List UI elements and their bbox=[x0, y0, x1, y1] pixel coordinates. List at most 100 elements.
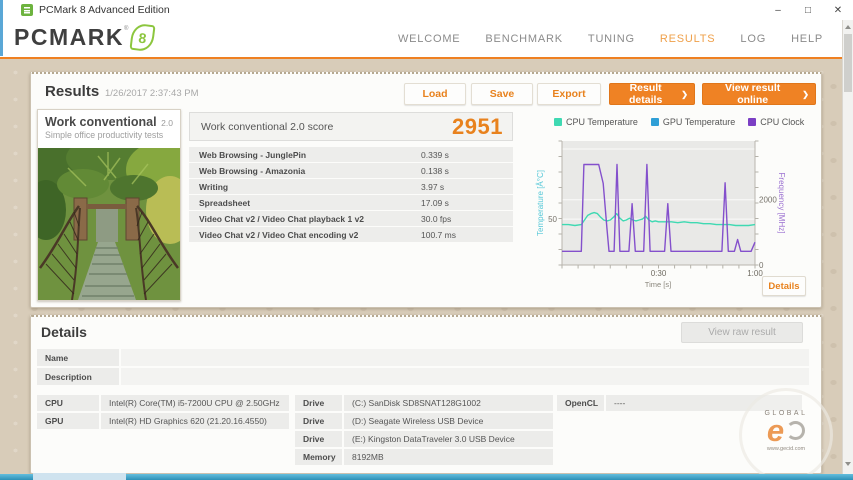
details-title: Details bbox=[41, 324, 87, 340]
svg-text:50: 50 bbox=[548, 215, 557, 224]
scroll-up-icon[interactable] bbox=[845, 25, 851, 29]
test-name: Spreadsheet bbox=[199, 197, 251, 208]
svg-text:2000: 2000 bbox=[759, 196, 777, 205]
result-meta-fields: Name Description bbox=[37, 349, 809, 387]
meta-field-row: Name bbox=[37, 349, 809, 366]
legend-item[interactable]: CPU Clock bbox=[748, 117, 804, 127]
score-label: Work conventional 2.0 score bbox=[201, 120, 334, 133]
meta-field-label: Description bbox=[37, 368, 119, 385]
test-value: 0.339 s bbox=[421, 149, 449, 160]
system-info-label: GPU bbox=[37, 413, 99, 429]
system-info-row: Memory 8192MB bbox=[295, 449, 553, 465]
test-name: Video Chat v2 / Video Chat encoding v2 bbox=[199, 229, 359, 240]
window-title: PCMark 8 Advanced Edition bbox=[39, 4, 170, 16]
test-card-subtitle: Simple office productivity tests bbox=[45, 130, 164, 140]
test-name: Video Chat v2 / Video Chat playback 1 v2 bbox=[199, 213, 365, 224]
test-card-version: 2.0 bbox=[161, 118, 173, 128]
view-raw-result-button[interactable]: View raw result bbox=[681, 322, 803, 343]
meta-field-row: Description bbox=[37, 368, 809, 385]
taskbar-edge-artifact bbox=[33, 473, 126, 480]
system-info-label: Drive bbox=[295, 413, 342, 429]
close-button[interactable]: ✕ bbox=[823, 0, 853, 20]
test-result-row: Video Chat v2 / Video Chat encoding v2 1… bbox=[189, 227, 513, 242]
system-info-value: Intel(R) HD Graphics 620 (21.20.16.4550) bbox=[101, 413, 289, 429]
logo-leaf-8-icon: 8 bbox=[129, 22, 156, 53]
scrollbar-thumb[interactable] bbox=[844, 34, 852, 92]
system-info-label: OpenCL bbox=[557, 395, 604, 411]
nav-item[interactable]: BENCHMARK bbox=[485, 33, 563, 45]
chart-legend: CPU Temperature GPU Temperature CPU Cloc… bbox=[554, 117, 804, 127]
system-info-drives-memory: Drive (C:) SanDisk SD8SNAT128G1002 Drive… bbox=[295, 395, 553, 467]
result-details-label: Result details bbox=[629, 82, 663, 106]
test-value: 3.97 s bbox=[421, 181, 445, 192]
system-info-value: ---- bbox=[606, 395, 802, 411]
test-result-row: Web Browsing - JunglePin 0.339 s bbox=[189, 147, 513, 162]
meta-field-value bbox=[121, 349, 809, 366]
test-value: 0.138 s bbox=[421, 165, 449, 176]
chevron-right-icon: ❯ bbox=[681, 89, 688, 99]
jungle-bridge-photo bbox=[38, 148, 180, 300]
legend-label: CPU Temperature bbox=[566, 117, 638, 127]
legend-label: GPU Temperature bbox=[662, 117, 736, 127]
bottom-edge-strip bbox=[0, 474, 853, 480]
nav-item[interactable]: RESULTS bbox=[660, 33, 716, 45]
test-name: Writing bbox=[199, 181, 229, 192]
results-panel: Results 1/26/2017 2:37:43 PM Load Save E… bbox=[30, 72, 822, 308]
system-info-value: (D:) Seagate Wireless USB Device bbox=[344, 413, 553, 429]
system-info-row: OpenCL ---- bbox=[557, 395, 802, 411]
nav-item[interactable]: LOG bbox=[740, 33, 766, 45]
test-result-row: Video Chat v2 / Video Chat playback 1 v2… bbox=[189, 211, 513, 226]
system-info-label: Drive bbox=[295, 431, 342, 447]
results-timestamp: 1/26/2017 2:37:43 PM bbox=[105, 88, 199, 99]
system-info-row: Drive (C:) SanDisk SD8SNAT128G1002 bbox=[295, 395, 553, 411]
system-info-value: Intel(R) Core(TM) i5-7200U CPU @ 2.50GHz bbox=[101, 395, 289, 411]
score-box: Work conventional 2.0 score 2951 bbox=[189, 112, 513, 141]
legend-item[interactable]: CPU Temperature bbox=[554, 117, 638, 127]
title-bar: PCMark 8 Advanced Edition – □ ✕ bbox=[0, 0, 853, 20]
system-info-value: 8192MB bbox=[344, 449, 553, 465]
nav-item[interactable]: HELP bbox=[791, 33, 823, 45]
results-title: Results bbox=[45, 83, 100, 100]
app-header: PCMARK ® 8 WELCOME BENCHMARK TUNING RESU… bbox=[0, 20, 853, 59]
load-button[interactable]: Load bbox=[404, 83, 466, 105]
system-info-value: (C:) SanDisk SD8SNAT128G1002 bbox=[344, 395, 553, 411]
test-name: Web Browsing - JunglePin bbox=[199, 149, 307, 160]
y-axis-right-label: Frequency [MHz] bbox=[777, 173, 786, 234]
system-info-row: Drive (E:) Kingston DataTraveler 3.0 USB… bbox=[295, 431, 553, 447]
view-result-online-button[interactable]: View result online ❯ bbox=[702, 82, 816, 106]
test-card-header: Work conventional 2.0 Simple office prod… bbox=[38, 110, 180, 143]
pcmark-app-icon bbox=[21, 4, 33, 16]
window-controls: – □ ✕ bbox=[763, 0, 853, 20]
system-info-label: Memory bbox=[295, 449, 342, 465]
legend-swatch-icon bbox=[748, 118, 757, 126]
scroll-down-icon[interactable] bbox=[845, 462, 851, 466]
minimize-button[interactable]: – bbox=[763, 0, 793, 20]
monitoring-chart: 50 2000 0 0:30 1:00 Temperature [Â°C] Freque… bbox=[532, 135, 808, 298]
result-details-button[interactable]: Result details ❯ bbox=[609, 82, 695, 106]
system-info-opencl: OpenCL ---- bbox=[557, 395, 802, 413]
export-button[interactable]: Export bbox=[537, 83, 601, 105]
svg-text:1:00: 1:00 bbox=[747, 269, 763, 278]
save-button[interactable]: Save bbox=[471, 83, 533, 105]
system-info-row: CPU Intel(R) Core(TM) i5-7200U CPU @ 2.5… bbox=[37, 395, 289, 411]
legend-label: CPU Clock bbox=[760, 117, 805, 127]
maximize-button[interactable]: □ bbox=[793, 0, 823, 20]
nav-item[interactable]: WELCOME bbox=[398, 33, 460, 45]
system-info-cpu-gpu: CPU Intel(R) Core(TM) i5-7200U CPU @ 2.5… bbox=[37, 395, 289, 431]
test-results-list: Web Browsing - JunglePin 0.339 s Web Bro… bbox=[189, 147, 513, 243]
x-axis-label: Time [s] bbox=[645, 280, 671, 289]
pcmark-logo: PCMARK ® 8 bbox=[14, 22, 156, 53]
chart-details-button[interactable]: Details bbox=[762, 276, 806, 296]
test-result-row: Web Browsing - Amazonia 0.138 s bbox=[189, 163, 513, 178]
nav-item[interactable]: TUNING bbox=[588, 33, 635, 45]
system-info-value: (E:) Kingston DataTraveler 3.0 USB Devic… bbox=[344, 431, 553, 447]
system-info-row: Drive (D:) Seagate Wireless USB Device bbox=[295, 413, 553, 429]
legend-swatch-icon bbox=[554, 118, 562, 126]
vertical-scrollbar[interactable] bbox=[842, 20, 853, 474]
legend-swatch-icon bbox=[650, 118, 659, 126]
svg-text:0:30: 0:30 bbox=[651, 269, 667, 278]
system-info-label: Drive bbox=[295, 395, 342, 411]
legend-item[interactable]: GPU Temperature bbox=[650, 117, 736, 127]
test-card-name: Work conventional bbox=[45, 115, 157, 129]
system-info-row: GPU Intel(R) HD Graphics 620 (21.20.16.4… bbox=[37, 413, 289, 429]
